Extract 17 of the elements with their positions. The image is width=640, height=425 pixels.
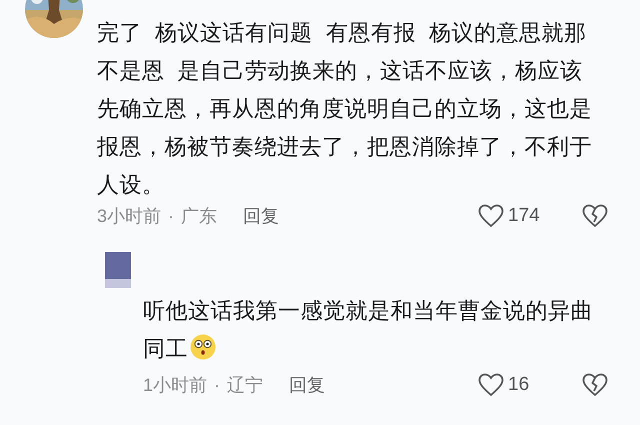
reply-button[interactable]: 回复 (289, 372, 326, 398)
separator-dot: · (214, 374, 220, 396)
comment-text: 听他这话我第一感觉就是和当年曹金说的异曲同工 (143, 297, 594, 363)
like-count: 174 (508, 204, 541, 228)
broken-heart-icon[interactable] (582, 204, 608, 228)
heart-icon[interactable] (478, 204, 504, 228)
comment-time: 3小时前 (97, 204, 162, 228)
like-count: 16 (508, 372, 530, 397)
comment-text: 完了 杨议这话有问题 有恩有报 杨议的意思就那不是恩 是自己劳动换来的，这话不应该，杨应该先确立恩，再从恩的角度说明自己的立场，这也是报恩，杨被节奏绕进去了，把恩消除掉了，不利于人设。 (97, 19, 593, 199)
broken-heart-icon[interactable] (582, 373, 608, 397)
separator-dot: · (168, 204, 174, 228)
avatar[interactable] (105, 252, 131, 288)
reply-button[interactable]: 回复 (243, 202, 280, 230)
heart-icon[interactable] (478, 373, 504, 397)
comment-time: 1小时前 (143, 374, 208, 396)
comment-location: 广东 (181, 204, 218, 228)
comment-location: 辽宁 (227, 374, 264, 396)
